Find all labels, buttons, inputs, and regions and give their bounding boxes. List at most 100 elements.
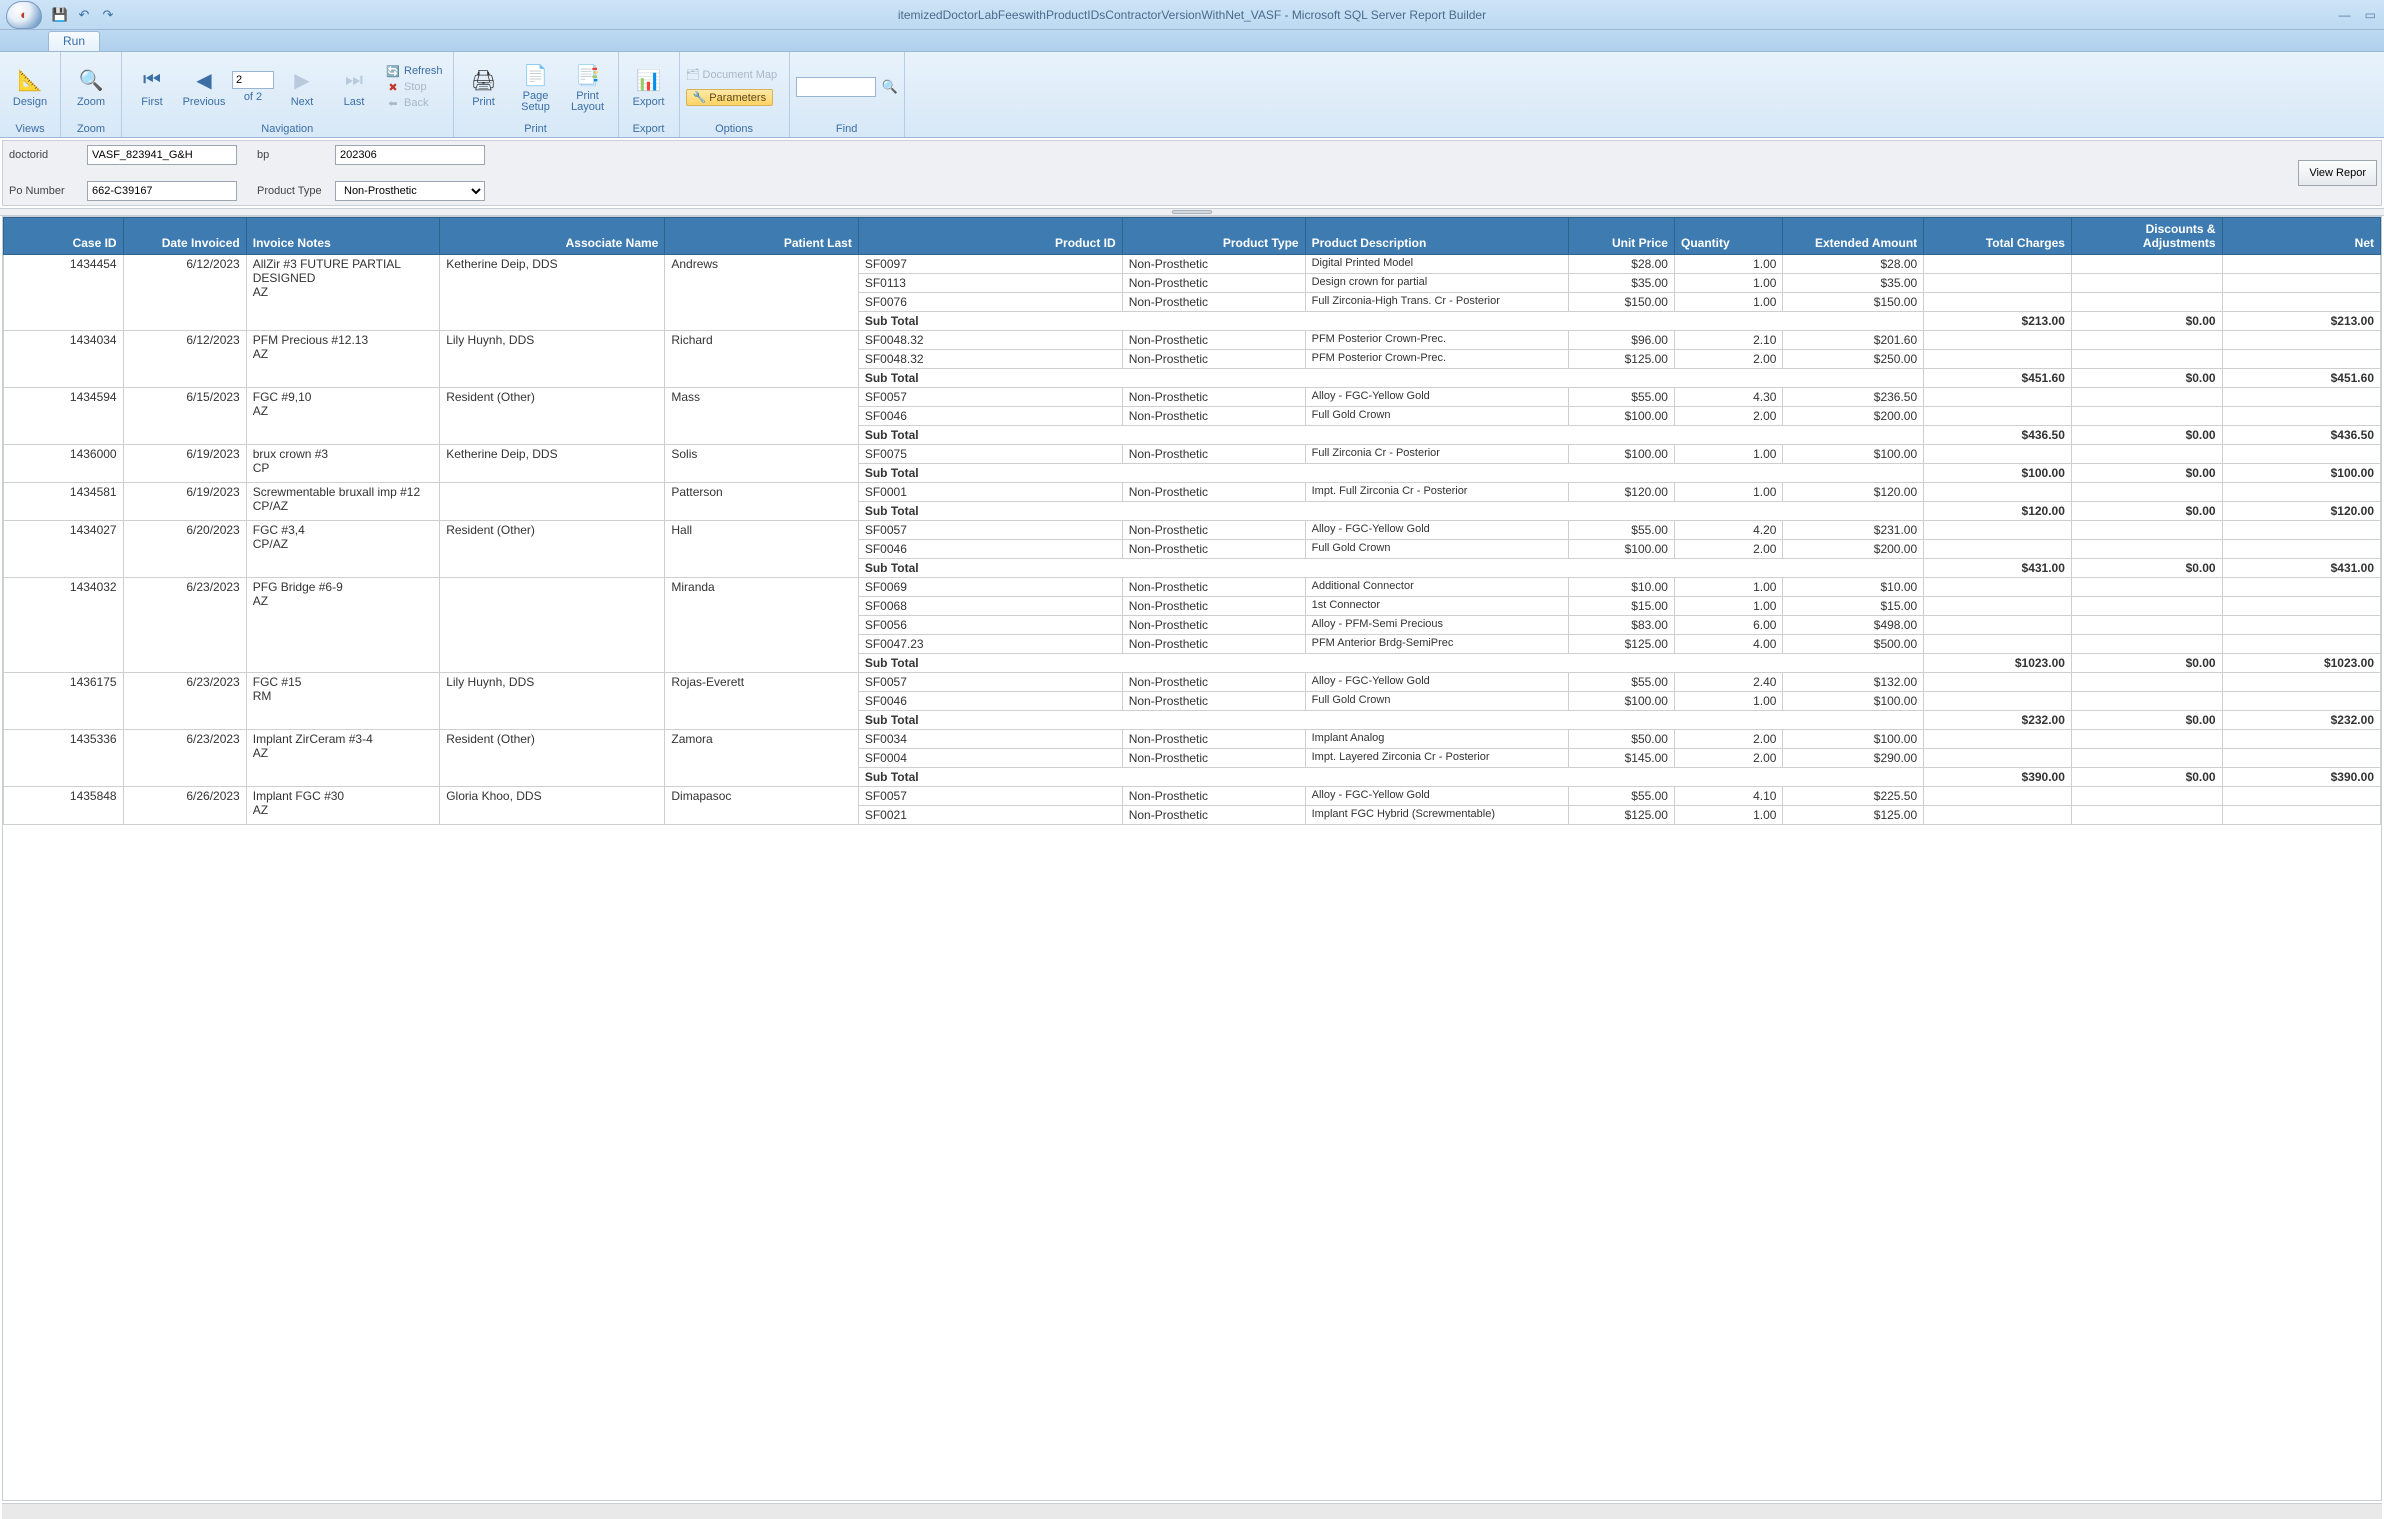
cell-case: 1436000: [4, 445, 124, 483]
cell-prodid: SF0048.32: [858, 350, 1122, 369]
design-button[interactable]: 📐 Design: [6, 57, 54, 117]
subtotal-label: Sub Total: [858, 768, 1923, 787]
back-button[interactable]: ⬅Back: [386, 96, 428, 110]
zoom-button[interactable]: 🔍 Zoom: [67, 57, 115, 117]
cell-date: 6/19/2023: [123, 445, 246, 483]
tab-run[interactable]: Run: [48, 31, 100, 51]
cell-ptype: Non-Prosthetic: [1122, 521, 1305, 540]
previous-button[interactable]: ◀Previous: [180, 57, 228, 117]
col-date: Date Invoiced: [123, 218, 246, 255]
cell-total: [1924, 578, 2072, 597]
minimize-icon[interactable]: —: [2339, 8, 2351, 22]
report-viewer[interactable]: Case ID Date Invoiced Invoice Notes Asso…: [2, 216, 2382, 1501]
ribbon: 📐 Design Views 🔍 Zoom Zoom ⏮First ◀Previ…: [0, 52, 2384, 138]
cell-disc: [2071, 578, 2222, 597]
cell-ext: $100.00: [1783, 445, 1924, 464]
refresh-button[interactable]: 🔄Refresh: [386, 64, 443, 78]
print-layout-button[interactable]: 📑Print Layout: [564, 57, 612, 117]
cell-qty: 1.00: [1674, 293, 1782, 312]
cell-date: 6/23/2023: [123, 730, 246, 787]
subtotal-disc: $0.00: [2071, 768, 2222, 787]
cell-ext: $225.50: [1783, 787, 1924, 806]
cell-prodid: SF0057: [858, 673, 1122, 692]
find-input[interactable]: [796, 77, 876, 97]
cell-disc: [2071, 350, 2222, 369]
cell-qty: 2.00: [1674, 749, 1782, 768]
page-input[interactable]: [232, 71, 274, 89]
cell-case: 1434454: [4, 255, 124, 331]
app-orb-button[interactable]: ◐: [6, 1, 42, 29]
po-input[interactable]: [87, 181, 237, 201]
first-button[interactable]: ⏮First: [128, 57, 176, 117]
cell-ext: $290.00: [1783, 749, 1924, 768]
ribbon-tabs: Run: [0, 30, 2384, 52]
next-button[interactable]: ▶Next: [278, 57, 326, 117]
cell-prodid: SF0113: [858, 274, 1122, 293]
next-icon: ▶: [288, 67, 316, 95]
cell-total: [1924, 616, 2072, 635]
cell-net: [2222, 749, 2380, 768]
cell-prodid: SF0056: [858, 616, 1122, 635]
cell-case: 1435848: [4, 787, 124, 825]
cell-total: [1924, 293, 2072, 312]
zoom-icon: 🔍: [77, 67, 105, 95]
redo-icon[interactable]: ↷: [100, 7, 116, 23]
cell-patient: Rojas-Everett: [665, 673, 858, 730]
cell-prodid: SF0034: [858, 730, 1122, 749]
cell-prodid: SF0048.32: [858, 331, 1122, 350]
ptype-select[interactable]: Non-Prosthetic: [335, 181, 485, 201]
cell-net: [2222, 673, 2380, 692]
print-button[interactable]: 🖨Print: [460, 57, 508, 117]
previous-icon: ◀: [190, 67, 218, 95]
cell-disc: [2071, 597, 2222, 616]
subtotal-label: Sub Total: [858, 502, 1923, 521]
document-map-button[interactable]: 🗂Document Map: [686, 68, 778, 81]
group-views-label: Views: [0, 122, 60, 137]
stop-button[interactable]: ✖Stop: [386, 80, 427, 94]
view-report-button[interactable]: View Repor: [2298, 160, 2377, 186]
cell-prodid: SF0046: [858, 540, 1122, 559]
doctorid-input[interactable]: [87, 145, 237, 165]
cell-qty: 4.30: [1674, 388, 1782, 407]
cell-pdesc: Impt. Full Zirconia Cr - Posterior: [1305, 483, 1569, 502]
cell-case: 1434032: [4, 578, 124, 673]
cell-net: [2222, 293, 2380, 312]
maximize-icon[interactable]: ▭: [2365, 8, 2376, 22]
cell-net: [2222, 806, 2380, 825]
subtotal-total: $390.00: [1924, 768, 2072, 787]
cell-ext: $100.00: [1783, 730, 1924, 749]
parameters-button[interactable]: 🔧Parameters: [686, 89, 774, 106]
cell-date: 6/23/2023: [123, 578, 246, 673]
subtotal-net: $1023.00: [2222, 654, 2380, 673]
col-ptype: Product Type: [1122, 218, 1305, 255]
cell-patient: Patterson: [665, 483, 858, 521]
cell-pdesc: Impt. Layered Zirconia Cr - Posterior: [1305, 749, 1569, 768]
cell-total: [1924, 274, 2072, 293]
horizontal-scrollbar[interactable]: [2, 1503, 2382, 1519]
splitter[interactable]: [0, 208, 2384, 216]
cell-assoc: Resident (Other): [440, 521, 665, 578]
cell-pdesc: Full Gold Crown: [1305, 692, 1569, 711]
bp-input[interactable]: [335, 145, 485, 165]
cell-uprice: $35.00: [1569, 274, 1675, 293]
cell-uprice: $120.00: [1569, 483, 1675, 502]
cell-ptype: Non-Prosthetic: [1122, 274, 1305, 293]
export-button[interactable]: 📊Export: [625, 57, 673, 117]
cell-pdesc: Full Zirconia Cr - Posterior: [1305, 445, 1569, 464]
cell-net: [2222, 331, 2380, 350]
save-icon[interactable]: 💾: [52, 7, 68, 23]
page-setup-button[interactable]: 📄Page Setup: [512, 57, 560, 117]
cell-case: 1435336: [4, 730, 124, 787]
cell-ptype: Non-Prosthetic: [1122, 806, 1305, 825]
find-icon[interactable]: 🔍: [882, 79, 898, 95]
cell-pdesc: Full Zirconia-High Trans. Cr - Posterior: [1305, 293, 1569, 312]
cell-total: [1924, 407, 2072, 426]
cell-ptype: Non-Prosthetic: [1122, 483, 1305, 502]
last-button[interactable]: ⏭Last: [330, 57, 378, 117]
cell-qty: 1.00: [1674, 274, 1782, 293]
undo-icon[interactable]: ↶: [76, 7, 92, 23]
cell-total: [1924, 483, 2072, 502]
subtotal-net: $390.00: [2222, 768, 2380, 787]
page-of-label: of 2: [244, 91, 262, 103]
cell-pdesc: PFM Posterior Crown-Prec.: [1305, 350, 1569, 369]
